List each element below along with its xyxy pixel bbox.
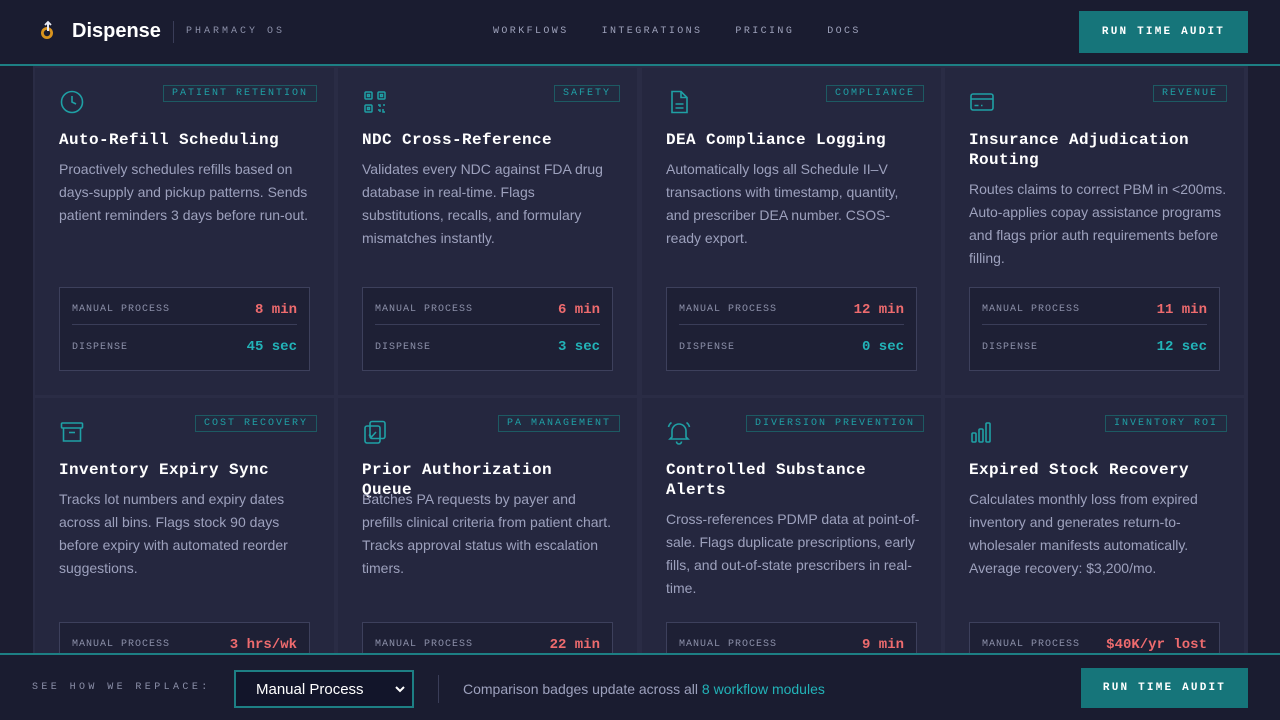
document-icon bbox=[671, 90, 688, 114]
workflow-card: SAFETY NDC Cross-Reference Validates eve… bbox=[338, 68, 637, 395]
workflow-card: REVENUE Insurance Adjudication Routing R… bbox=[945, 68, 1244, 395]
manual-process-label: MANUAL PROCESS bbox=[375, 639, 474, 650]
brand-subtitle: PHARMACY OS bbox=[186, 26, 286, 37]
comparison-footer: SEE HOW WE REPLACE: Manual Process Compa… bbox=[0, 653, 1280, 720]
card-description: Tracks lot numbers and expiry dates acro… bbox=[59, 491, 288, 576]
card-title: Inventory Expiry Sync bbox=[59, 461, 270, 479]
footer-divider bbox=[438, 675, 439, 703]
chevron-down-icon bbox=[395, 686, 405, 693]
dispense-time-value: 45 sec bbox=[246, 339, 297, 355]
brand-divider bbox=[173, 21, 174, 43]
manual-time-value: 22 min bbox=[549, 636, 600, 653]
nav-link-integrations[interactable]: INTEGRATIONS bbox=[602, 26, 703, 37]
main-nav: WORKFLOWS INTEGRATIONS PRICING DOCS bbox=[493, 26, 894, 37]
dispense-label: DISPENSE bbox=[375, 341, 432, 353]
nav-link-docs[interactable]: DOCS bbox=[827, 26, 861, 37]
category-tag: DIVERSION PREVENTION bbox=[745, 415, 924, 432]
manual-process-label: MANUAL PROCESS bbox=[679, 304, 778, 315]
clock-icon bbox=[60, 90, 84, 114]
card-title: Controlled Substance Alerts bbox=[666, 461, 867, 499]
time-comparison: MANUAL PROCESS 6 min DISPENSE 3 sec bbox=[362, 287, 613, 371]
manual-process-label: MANUAL PROCESS bbox=[72, 304, 171, 315]
card-title: Expired Stock Recovery bbox=[969, 461, 1190, 479]
manual-time-value: 8 min bbox=[254, 301, 297, 318]
brand-name[interactable]: Dispense bbox=[72, 20, 161, 43]
bar-chart-icon bbox=[971, 422, 991, 443]
run-time-audit-button[interactable]: RUN TIME AUDIT bbox=[1079, 11, 1248, 53]
dispense-label: DISPENSE bbox=[982, 341, 1039, 353]
run-time-audit-button-footer[interactable]: RUN TIME AUDIT bbox=[1081, 668, 1248, 708]
card-description: Cross-references PDMP data at point-of-s… bbox=[666, 511, 920, 596]
bell-icon bbox=[667, 421, 691, 445]
card-description: Validates every NDC against FDA drug dat… bbox=[362, 161, 603, 246]
time-comparison: MANUAL PROCESS 12 min DISPENSE 0 sec bbox=[666, 287, 917, 371]
clipboard-check-icon bbox=[364, 420, 386, 444]
card-description: Routes claims to correct PBM in <200ms. … bbox=[969, 181, 1227, 266]
time-comparison: MANUAL PROCESS 8 min DISPENSE 45 sec bbox=[59, 287, 310, 371]
top-header: Dispense PHARMACY OS WORKFLOWS INTEGRATI… bbox=[0, 0, 1280, 66]
nav-link-workflows[interactable]: WORKFLOWS bbox=[493, 26, 569, 37]
logo-icon bbox=[41, 20, 53, 39]
manual-time-value: $40K/yr lost bbox=[1106, 636, 1207, 653]
workflow-modules-link[interactable]: 8 workflow modules bbox=[702, 681, 825, 697]
category-tag: PATIENT RETENTION bbox=[162, 85, 317, 102]
footer-note: Comparison badges update across all 8 wo… bbox=[463, 681, 825, 697]
manual-time-value: 12 min bbox=[853, 301, 904, 318]
time-comparison: MANUAL PROCESS 11 min DISPENSE 12 sec bbox=[969, 287, 1220, 371]
archive-box-icon bbox=[60, 422, 84, 442]
category-tag: COST RECOVERY bbox=[194, 415, 317, 432]
manual-process-label: MANUAL PROCESS bbox=[982, 304, 1081, 315]
process-select[interactable]: Manual Process bbox=[234, 670, 414, 708]
manual-time-value: 11 min bbox=[1156, 301, 1207, 318]
select-value: Manual Process bbox=[256, 680, 364, 698]
dispense-time-value: 3 sec bbox=[557, 339, 600, 355]
dispense-time-value: 12 sec bbox=[1156, 339, 1207, 355]
manual-process-label: MANUAL PROCESS bbox=[72, 639, 171, 650]
see-how-label: SEE HOW WE REPLACE: bbox=[32, 682, 211, 693]
card-title: Insurance Adjudication Routing bbox=[969, 131, 1190, 169]
workflow-card: COMPLIANCE DEA Compliance Logging Automa… bbox=[642, 68, 941, 395]
dispense-time-value: 0 sec bbox=[861, 339, 904, 355]
dispense-label: DISPENSE bbox=[72, 341, 129, 353]
category-tag: INVENTORY ROI bbox=[1104, 415, 1227, 432]
card-description: Calculates monthly loss from expired inv… bbox=[969, 491, 1198, 576]
card-description: Batches PA requests by payer and prefill… bbox=[362, 491, 611, 576]
manual-process-label: MANUAL PROCESS bbox=[679, 639, 778, 650]
manual-process-label: MANUAL PROCESS bbox=[982, 639, 1081, 650]
manual-time-value: 6 min bbox=[557, 301, 600, 318]
category-tag: SAFETY bbox=[553, 85, 620, 102]
card-description: Proactively schedules refills based on d… bbox=[59, 161, 309, 223]
category-tag: COMPLIANCE bbox=[825, 85, 924, 102]
workflow-card: PATIENT RETENTION Auto-Refill Scheduling… bbox=[35, 68, 334, 395]
credit-card-icon bbox=[970, 93, 994, 111]
category-tag: REVENUE bbox=[1152, 85, 1227, 102]
card-title: Auto-Refill Scheduling bbox=[59, 131, 280, 149]
manual-process-label: MANUAL PROCESS bbox=[375, 304, 474, 315]
card-title: NDC Cross-Reference bbox=[362, 131, 553, 149]
footer-note-text: Comparison badges update across all bbox=[463, 681, 702, 697]
card-description: Automatically logs all Schedule II–V tra… bbox=[666, 161, 899, 246]
manual-time-value: 3 hrs/wk bbox=[229, 636, 297, 653]
dispense-label: DISPENSE bbox=[679, 341, 736, 353]
category-tag: PA MANAGEMENT bbox=[497, 415, 620, 432]
card-title: DEA Compliance Logging bbox=[666, 131, 887, 149]
nav-link-pricing[interactable]: PRICING bbox=[735, 26, 794, 37]
manual-time-value: 9 min bbox=[861, 636, 904, 653]
qr-code-icon bbox=[364, 91, 386, 113]
